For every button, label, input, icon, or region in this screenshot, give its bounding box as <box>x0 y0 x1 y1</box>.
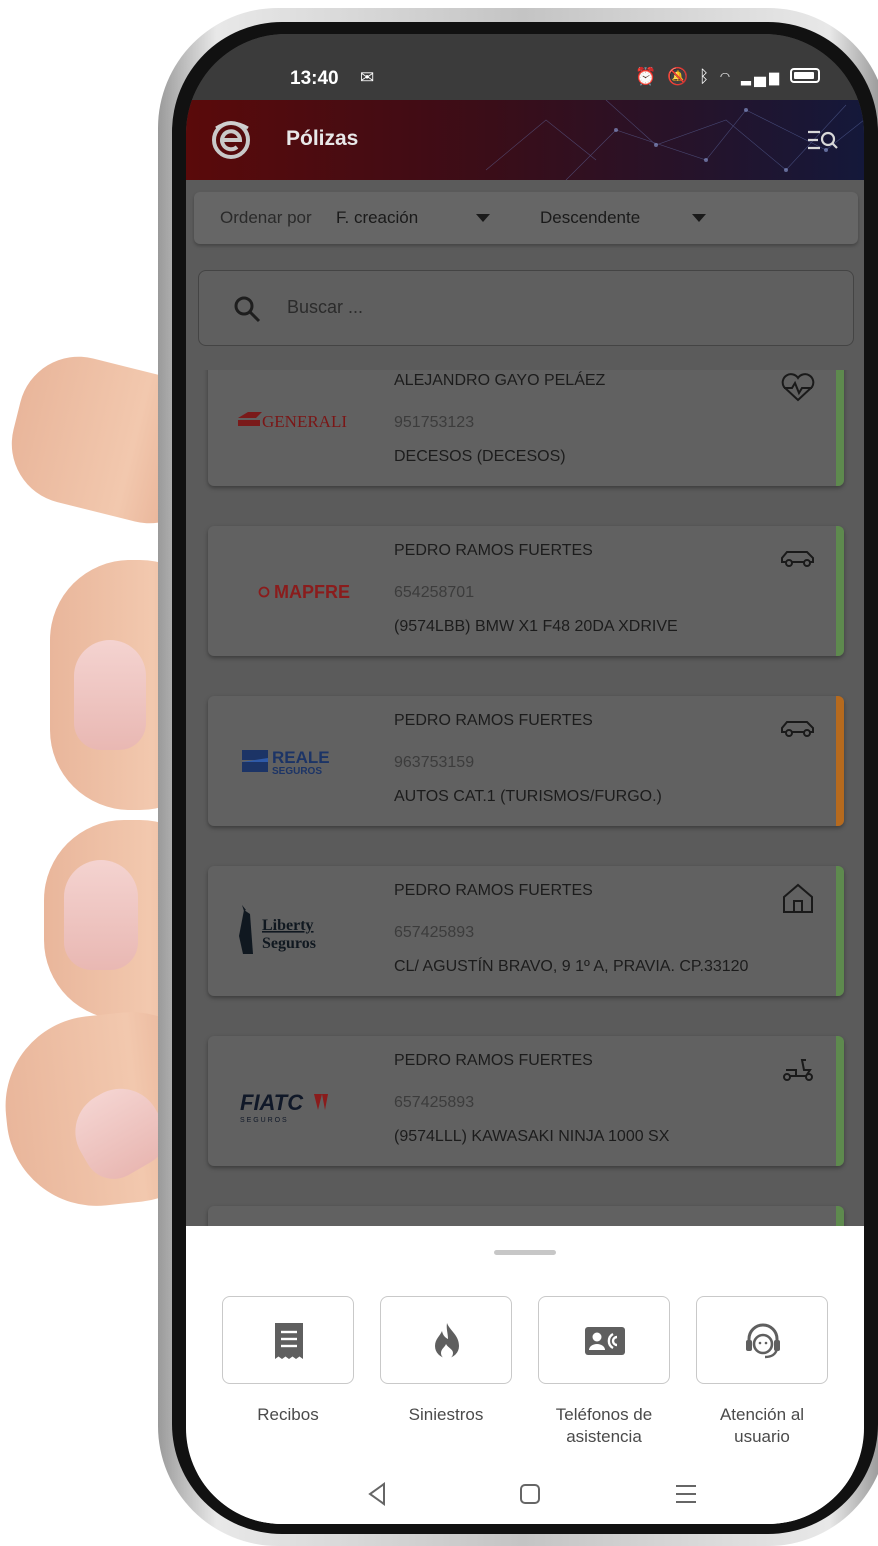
policy-holder: PEDRO RAMOS FUERTES <box>394 712 593 729</box>
policy-card[interactable]: GENERALI ALEJANDRO GAYO PELÁEZ 951753123… <box>208 370 844 486</box>
headset-icon <box>746 1323 780 1359</box>
policy-card[interactable]: MAPFRE PEDRO RAMOS FUERTES 654258701 (95… <box>208 526 844 656</box>
status-time: 13:40 <box>290 68 339 89</box>
mail-notification-icon: ✉ <box>360 68 375 87</box>
page-title: Pólizas <box>286 127 359 150</box>
sort-bar: Ordenar por F. creación Descendente <box>194 192 858 244</box>
policy-card[interactable]: Liberty Seguros PEDRO RAMOS FUERTES 6574… <box>208 866 844 996</box>
policy-status-stripe <box>836 696 844 826</box>
sort-order-select[interactable]: Descendente <box>540 208 640 228</box>
search-icon <box>234 296 261 323</box>
home-button-icon[interactable] <box>510 1474 550 1514</box>
search-box[interactable] <box>198 270 854 346</box>
policy-description: DECESOS (DECESOS) <box>394 448 566 465</box>
chevron-down-icon[interactable] <box>476 214 490 222</box>
status-bar: 13:40 ✉ ⏰ 🔕 ᛒ ◠ ▂▄▆ <box>186 34 864 100</box>
alarm-icon: ⏰ <box>635 67 660 86</box>
user-support-tile[interactable] <box>696 1296 828 1384</box>
policy-holder: PEDRO RAMOS FUERTES <box>394 882 593 899</box>
contact-card-icon <box>585 1327 625 1355</box>
policy-status-stripe <box>836 370 844 486</box>
receipts-button[interactable]: Recibos <box>222 1296 354 1426</box>
assistance-phones-label: Teléfonos de asistencia <box>555 1405 653 1446</box>
system-navigation-bar <box>186 1474 864 1524</box>
policy-list: GENERALI ALEJANDRO GAYO PELÁEZ 951753123… <box>186 370 864 1226</box>
finger-nail <box>64 860 138 970</box>
photo-stage: 13:40 ✉ ⏰ 🔕 ᛒ ◠ ▂▄▆ Pólizas Ordenar por … <box>0 0 878 1546</box>
policy-description: (9574LBB) BMW X1 F48 20DA XDRIVE <box>394 618 678 635</box>
fiatc-logo: FIATC S E G U R O S <box>240 1090 328 1124</box>
svg-text:Seguros: Seguros <box>262 935 316 952</box>
receipt-icon <box>275 1323 303 1359</box>
sort-label: Ordenar por <box>220 208 312 227</box>
assistance-phones-tile[interactable] <box>538 1296 670 1384</box>
user-support-button[interactable]: Atención al usuario <box>696 1296 828 1448</box>
policy-number: 657425893 <box>394 1094 475 1111</box>
sort-field-select[interactable]: F. creación <box>336 208 418 228</box>
sheet-drag-handle[interactable] <box>494 1250 556 1255</box>
phone-screen: 13:40 ✉ ⏰ 🔕 ᛒ ◠ ▂▄▆ Pólizas Ordenar por … <box>186 34 864 1524</box>
heart-pulse-icon <box>781 373 815 402</box>
mapfre-logo: MAPFRE <box>258 582 350 602</box>
app-bar: Pólizas <box>186 100 864 180</box>
finger-nail <box>74 640 146 750</box>
signal-icon: ▂▄▆ <box>740 67 783 86</box>
policy-holder: ALEJANDRO GAYO PELÁEZ <box>394 372 606 389</box>
policy-number: 951753123 <box>394 414 475 431</box>
svg-text:SEGUROS: SEGUROS <box>272 766 322 777</box>
receipts-label: Recibos <box>257 1405 319 1424</box>
generali-logo: GENERALI <box>238 412 347 431</box>
policy-status-stripe <box>836 1206 844 1226</box>
policy-card[interactable] <box>208 1206 844 1226</box>
bluetooth-icon: ᛒ <box>698 67 713 86</box>
filter-search-icon[interactable] <box>806 128 838 152</box>
mute-icon: 🔕 <box>667 67 692 86</box>
policy-description: (9574LLL) KAWASAKI NINJA 1000 SX <box>394 1128 670 1145</box>
policy-status-stripe <box>836 526 844 656</box>
car-icon <box>781 551 814 567</box>
svg-text:GENERALI: GENERALI <box>262 412 347 431</box>
app-logo <box>212 121 250 159</box>
policy-number: 657425893 <box>394 924 475 941</box>
user-support-label: Atención al usuario <box>719 1405 805 1446</box>
reale-logo: REALE SEGUROS <box>242 748 330 777</box>
assistance-phones-button[interactable]: Teléfonos de asistencia <box>538 1296 670 1448</box>
policy-holder: PEDRO RAMOS FUERTES <box>394 542 593 559</box>
car-icon <box>781 721 814 737</box>
battery-icon <box>790 68 820 83</box>
policy-status-stripe <box>836 866 844 996</box>
policy-status-stripe <box>836 1036 844 1166</box>
policies-content: Ordenar por F. creación Descendente Busc… <box>186 180 864 1226</box>
svg-text:S E G U R O S: S E G U R O S <box>240 1117 287 1124</box>
svg-text:FIATC: FIATC <box>240 1090 304 1115</box>
search-input[interactable] <box>287 297 687 318</box>
svg-text:REALE: REALE <box>272 748 330 767</box>
policy-holder: PEDRO RAMOS FUERTES <box>394 1052 593 1069</box>
claims-tile[interactable] <box>380 1296 512 1384</box>
back-icon[interactable] <box>358 1474 398 1514</box>
liberty-logo: Liberty Seguros <box>239 905 316 954</box>
fire-icon <box>435 1323 459 1359</box>
scooter-icon <box>783 1059 813 1081</box>
wifi-icon: ◠ <box>719 67 734 86</box>
receipts-tile[interactable] <box>222 1296 354 1384</box>
claims-label: Siniestros <box>408 1405 484 1424</box>
recents-menu-icon[interactable] <box>666 1474 706 1514</box>
status-icons: ⏰ 🔕 ᛒ ◠ ▂▄▆ <box>635 67 820 87</box>
policy-description: CL/ AGUSTÍN BRAVO, 9 1º A, PRAVIA. CP.33… <box>394 958 749 975</box>
policy-card[interactable]: FIATC S E G U R O S PEDRO RAMOS FUERTES … <box>208 1036 844 1166</box>
svg-text:MAPFRE: MAPFRE <box>274 582 350 602</box>
home-icon <box>783 883 813 913</box>
policy-card[interactable]: REALE SEGUROS PEDRO RAMOS FUERTES 963753… <box>208 696 844 826</box>
claims-button[interactable]: Siniestros <box>380 1296 512 1426</box>
policy-number: 654258701 <box>394 584 475 601</box>
policy-description: AUTOS CAT.1 (TURISMOS/FURGO.) <box>394 788 662 805</box>
svg-text:Liberty: Liberty <box>262 917 314 934</box>
policy-number: 963753159 <box>394 754 475 771</box>
chevron-down-icon[interactable] <box>692 214 706 222</box>
